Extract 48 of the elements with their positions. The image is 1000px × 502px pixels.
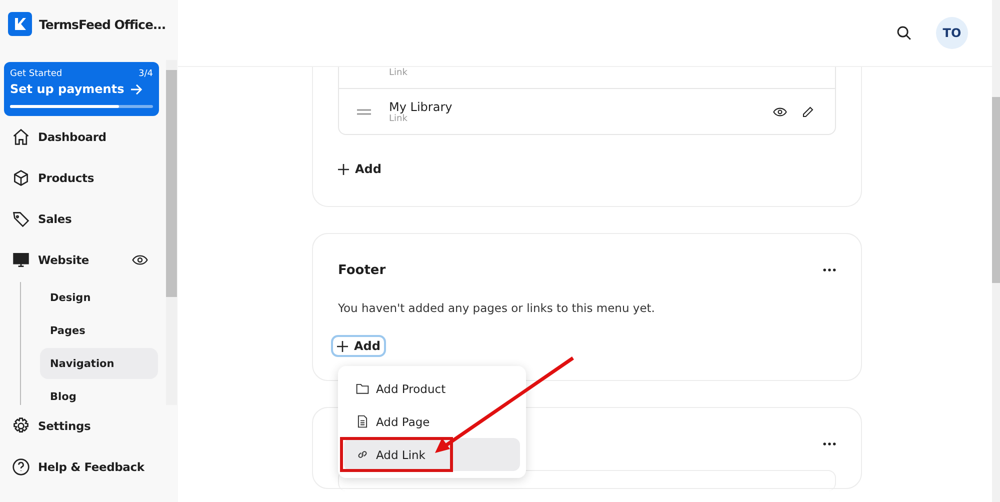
more-icon[interactable]	[823, 442, 836, 446]
nav-item[interactable]: Sales	[0, 198, 166, 239]
nav-subitem[interactable]: Blog	[40, 381, 158, 405]
more-icon[interactable]	[823, 268, 836, 272]
document-icon	[356, 415, 369, 428]
add-button[interactable]: Add	[338, 159, 386, 179]
nav-subitem[interactable]: Navigation	[40, 348, 158, 379]
monitor-icon	[12, 250, 30, 268]
item-type: Link	[389, 68, 408, 78]
help-icon	[12, 458, 30, 476]
eye-icon[interactable]	[132, 254, 148, 266]
nav-item[interactable]: Website	[0, 239, 166, 280]
drag-handle-icon[interactable]	[357, 108, 371, 114]
add-button[interactable]: Add	[333, 337, 384, 355]
app-title: TermsFeed Office...	[39, 16, 166, 32]
menu-row[interactable]: My Library Link	[339, 89, 835, 134]
search-icon[interactable]	[896, 25, 912, 41]
eye-icon[interactable]	[773, 106, 787, 118]
settings-icon	[12, 416, 30, 434]
pencil-icon[interactable]	[801, 106, 815, 118]
nav-item[interactable]: Dashboard	[0, 116, 166, 157]
user-avatar[interactable]: TO	[936, 17, 968, 49]
nav-subitem[interactable]: Pages	[40, 315, 158, 346]
card-label: Get Started	[10, 69, 62, 79]
plus-icon	[337, 340, 348, 352]
menu-title: Footer	[338, 262, 386, 278]
item-type: Link	[389, 114, 408, 124]
nav-item[interactable]: Help & Feedback	[0, 446, 178, 487]
scrollbar-thumb[interactable]	[992, 97, 1000, 283]
setup-card[interactable]: Get Started 3/4 Set up payments	[4, 62, 159, 116]
folder-icon	[356, 382, 369, 395]
plus-icon	[338, 164, 349, 174]
card-action: Set up payments	[10, 82, 124, 96]
arrow-icon	[130, 84, 144, 94]
link-icon	[356, 448, 369, 461]
menu-option[interactable]: Add Product	[344, 372, 520, 405]
nav-item[interactable]: Products	[0, 157, 166, 198]
menu-option[interactable]: Add Page	[344, 405, 520, 438]
step-count: 3/4	[138, 69, 153, 79]
cube-icon	[12, 168, 30, 186]
tag-icon	[12, 210, 30, 228]
nav-item[interactable]: Settings	[0, 405, 178, 446]
house-icon	[12, 128, 30, 146]
scrollbar-thumb[interactable]	[166, 70, 177, 297]
nav-subitem[interactable]: Design	[40, 282, 158, 313]
empty-message: You haven't added any pages or links to this menu yet.	[338, 301, 656, 315]
logo-icon	[8, 12, 32, 36]
item-title: My Library	[389, 100, 454, 114]
